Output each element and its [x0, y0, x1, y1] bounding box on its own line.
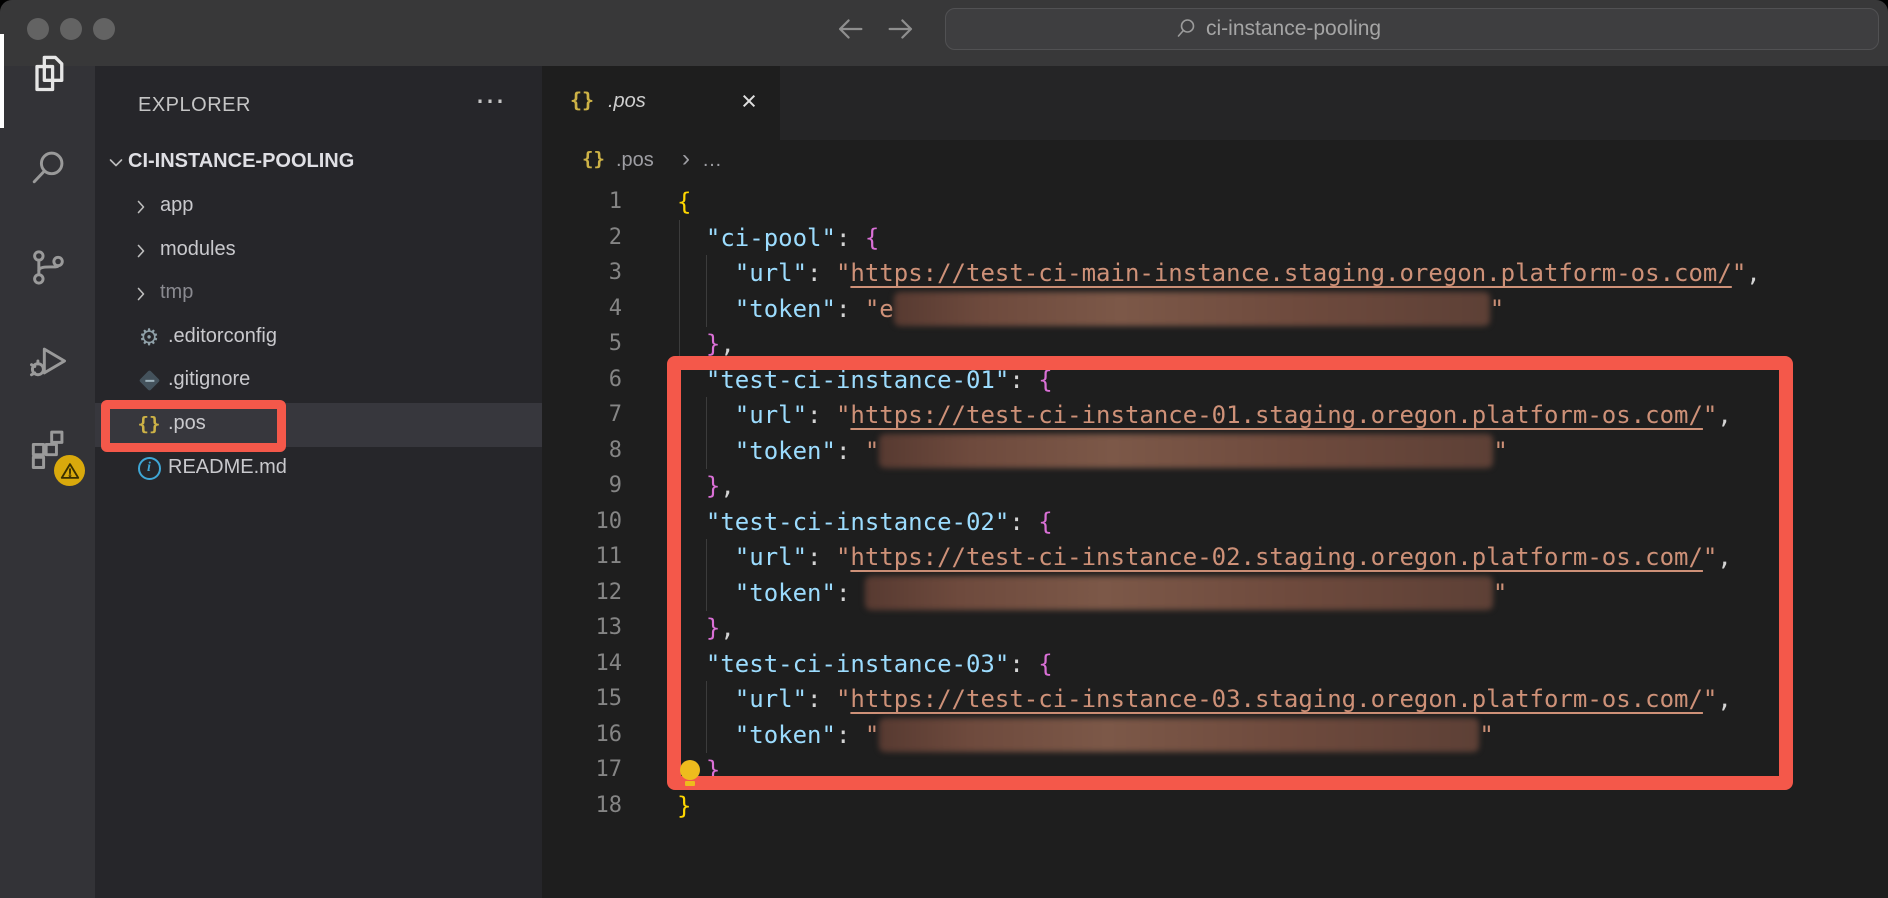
forward-button[interactable] [884, 12, 920, 48]
back-button[interactable] [833, 12, 869, 48]
annotation-box-code [667, 356, 1793, 790]
line-number: 10 [542, 504, 622, 540]
line-number: 15 [542, 681, 622, 717]
line-number: 14 [542, 646, 622, 682]
zoom-button[interactable] [93, 18, 115, 40]
arrow-right-icon [884, 12, 918, 46]
vscode-window: ci-instance-pooling EXPLORER ⋯ CI-INSTAN… [0, 0, 1888, 898]
code-line-2: 2 "ci-pool": { [0, 220, 1888, 256]
code-line-18: 18} [0, 788, 1888, 824]
code-text: { [677, 184, 691, 220]
tab-label: .pos [608, 90, 646, 113]
line-number: 4 [542, 291, 622, 327]
sidebar-header: EXPLORER ⋯ [95, 86, 542, 126]
search-icon [1174, 17, 1198, 41]
line-number: 13 [542, 610, 622, 646]
more-actions-button[interactable]: ⋯ [475, 84, 505, 119]
close-icon[interactable]: × [732, 84, 766, 118]
line-number: 5 [542, 326, 622, 362]
lightbulb-icon[interactable] [680, 760, 700, 786]
titlebar-search[interactable]: ci-instance-pooling [945, 8, 1879, 50]
sidebar-title: EXPLORER [138, 94, 251, 117]
line-number: 3 [542, 255, 622, 291]
code-text: "ci-pool": { [706, 220, 879, 256]
code-text: } [677, 788, 691, 824]
redacted-token-value [894, 292, 1490, 326]
annotation-box-sidebar [101, 400, 286, 452]
titlebar: ci-instance-pooling [0, 0, 1888, 66]
code-line-1: 1{ [0, 184, 1888, 220]
breadcrumb-symbol[interactable]: … [702, 149, 722, 172]
json-icon: {} [582, 148, 605, 170]
code-line-3: 3 "url": "https://test-ci-main-instance.s… [0, 255, 1888, 291]
explorer-icon [26, 51, 70, 95]
breadcrumb: {} .pos › … [542, 140, 1888, 184]
tree-root-ci-instance-pooling[interactable]: CI-INSTANCE-POOLING [95, 141, 542, 185]
line-number: 7 [542, 397, 622, 433]
line-number: 17 [542, 752, 622, 788]
line-number: 18 [542, 788, 622, 824]
search-query-text: ci-instance-pooling [1206, 17, 1381, 41]
code-text: "url": "https://test-ci-main-instance.st… [735, 255, 1761, 291]
line-number: 9 [542, 468, 622, 504]
line-number: 11 [542, 539, 622, 575]
line-number: 2 [542, 220, 622, 256]
line-number: 6 [542, 362, 622, 398]
chevron-down-icon [107, 154, 125, 172]
tab-strip: {} .pos × [542, 66, 1888, 140]
arrow-left-icon [833, 12, 867, 46]
line-number: 1 [542, 184, 622, 220]
code-text: "token": "e" [735, 291, 1504, 327]
line-number: 16 [542, 717, 622, 753]
activity-item-explorer[interactable] [0, 30, 95, 116]
json-icon: {} [570, 88, 594, 112]
line-number: 8 [542, 433, 622, 469]
chevron-right-icon: › [682, 145, 690, 173]
tab-pos[interactable]: {} .pos × [542, 66, 780, 140]
active-indicator [0, 34, 4, 128]
line-number: 12 [542, 575, 622, 611]
breadcrumb-file[interactable]: .pos [616, 149, 654, 172]
code-line-4: 4 "token": "e" [0, 291, 1888, 327]
